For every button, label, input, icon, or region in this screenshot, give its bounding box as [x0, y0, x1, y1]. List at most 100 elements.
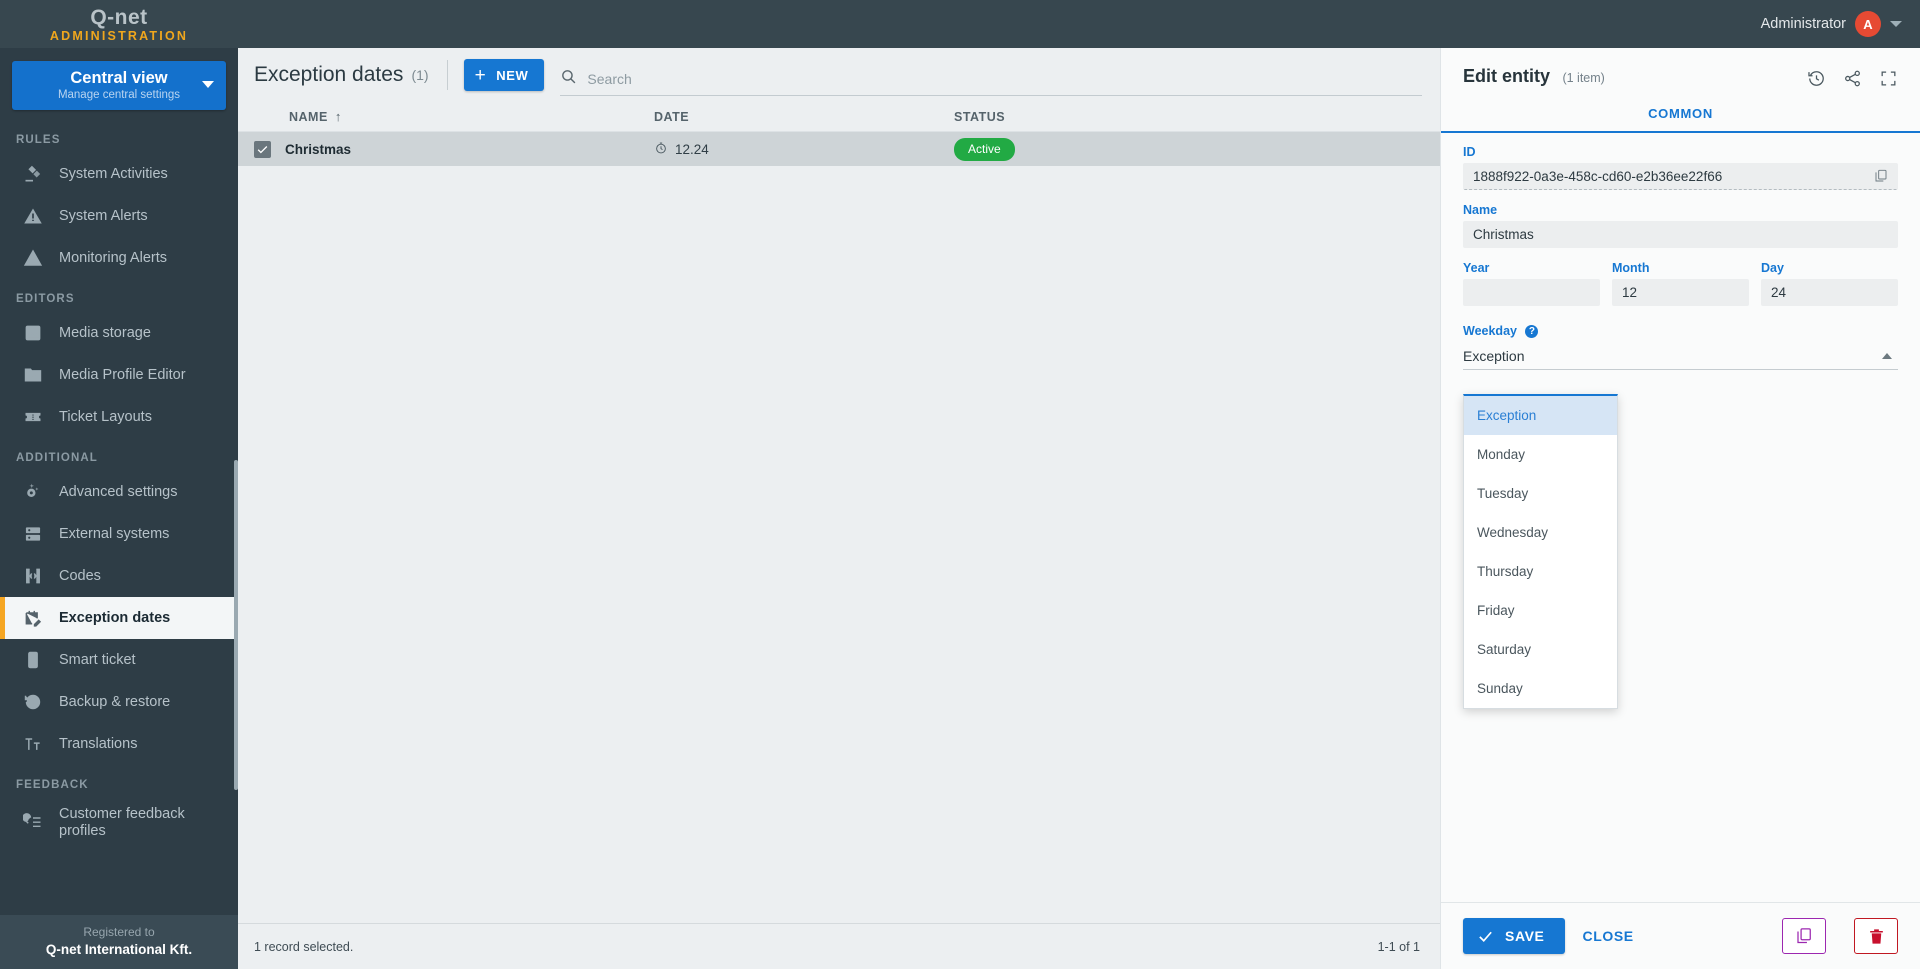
dropdown-option-tuesday[interactable]: Tuesday	[1464, 474, 1617, 513]
field-id-input[interactable]: 1888f922-0a3e-458c-cd60-e2b36ee22f66	[1463, 163, 1898, 190]
sidebar-item-external-systems[interactable]: External systems	[0, 513, 238, 555]
field-month-label: Month	[1612, 261, 1650, 275]
server-icon	[22, 523, 44, 545]
toolbar-divider	[446, 60, 448, 90]
weekday-select[interactable]: Exception	[1463, 342, 1898, 370]
row-name-cell: Christmas	[254, 140, 654, 158]
clock-icon	[654, 141, 668, 158]
row-status-cell: Active	[954, 137, 1424, 161]
sidebar-group-title-feedback: FEEDBACK	[16, 779, 89, 791]
tab-common[interactable]: COMMON	[1441, 100, 1920, 131]
row-checkbox[interactable]	[254, 140, 271, 158]
chevron-up-icon	[1882, 352, 1892, 359]
chevron-down-icon[interactable]	[1890, 21, 1902, 27]
main-content: Exception dates (1) + NEW NAME ↑	[238, 48, 1440, 969]
search-box[interactable]	[560, 62, 1422, 96]
column-header-date[interactable]: DATE	[654, 110, 954, 124]
sidebar-item-label: Codes	[59, 568, 101, 584]
panel-tabs: COMMON	[1441, 100, 1920, 133]
sidebar-item-ticket-layouts[interactable]: Ticket Layouts	[0, 396, 238, 438]
close-button[interactable]: CLOSE	[1583, 928, 1634, 944]
panel-footer: SAVE CLOSE	[1441, 902, 1920, 969]
sort-ascending-icon: ↑	[334, 109, 342, 124]
table-row[interactable]: Christmas 12.24 Active	[238, 132, 1440, 166]
sidebar-item-media-profile-editor[interactable]: Media Profile Editor	[0, 354, 238, 396]
sidebar-item-label: Advanced settings	[59, 484, 178, 500]
field-name-input[interactable]: Christmas	[1463, 221, 1898, 248]
column-header-name[interactable]: NAME ↑	[254, 109, 654, 124]
delete-button[interactable]	[1854, 918, 1898, 954]
sidebar-item-smart-ticket[interactable]: Smart ticket	[0, 639, 238, 681]
dropdown-option-sunday[interactable]: Sunday	[1464, 669, 1617, 708]
sidebar-item-label: Exception dates	[59, 610, 171, 626]
field-id: ID 1888f922-0a3e-458c-cd60-e2b36ee22f66	[1463, 145, 1898, 190]
view-switcher-subtitle: Manage central settings	[57, 89, 181, 101]
user-menu[interactable]: Administrator A	[1761, 11, 1920, 37]
share-icon[interactable]	[1843, 69, 1862, 88]
field-month-input[interactable]: 12	[1612, 279, 1749, 306]
sidebar-item-label: Customer feedback profiles	[59, 806, 185, 839]
chevron-down-icon	[202, 81, 214, 88]
save-button[interactable]: SAVE	[1463, 918, 1565, 954]
sidebar-item-label: Smart ticket	[59, 652, 136, 668]
row-date-cell: 12.24	[654, 141, 954, 158]
sidebar-item-translations[interactable]: Translations	[0, 723, 238, 765]
new-button[interactable]: + NEW	[463, 59, 545, 91]
page-record-count: (1)	[411, 67, 429, 83]
sidebar-item-monitoring-alerts[interactable]: Monitoring Alerts	[0, 237, 238, 279]
duplicate-button[interactable]	[1782, 918, 1826, 954]
dropdown-option-saturday[interactable]: Saturday	[1464, 630, 1617, 669]
view-switcher[interactable]: Central view Manage central settings	[12, 61, 226, 110]
sidebar-item-codes[interactable]: Codes	[0, 555, 238, 597]
panel-title: Edit entity	[1463, 66, 1551, 86]
field-day-label: Day	[1761, 261, 1784, 275]
row-date-label: 12.24	[675, 141, 709, 157]
dropdown-option-thursday[interactable]: Thursday	[1464, 552, 1617, 591]
registered-to-label: Registered to	[83, 925, 155, 939]
check-icon	[257, 145, 268, 153]
sidebar-item-exception-dates[interactable]: Exception dates	[0, 597, 238, 639]
field-weekday-label-text: Weekday	[1463, 324, 1517, 338]
panel-title-subtitle: (1 item)	[1562, 71, 1605, 85]
sidebar-item-label: Ticket Layouts	[59, 409, 152, 425]
history-icon[interactable]	[1807, 69, 1826, 88]
save-button-label: SAVE	[1505, 928, 1545, 944]
dropdown-option-exception[interactable]: Exception	[1464, 396, 1617, 435]
new-button-label: NEW	[496, 67, 529, 83]
dropdown-option-wednesday[interactable]: Wednesday	[1464, 513, 1617, 552]
sidebar-group-title-rules: RULES	[16, 134, 61, 146]
help-icon[interactable]: ?	[1525, 325, 1539, 338]
panel-body: ID 1888f922-0a3e-458c-cd60-e2b36ee22f66 …	[1441, 133, 1920, 902]
sidebar-item-system-alerts[interactable]: System Alerts	[0, 195, 238, 237]
sidebar-group-title-editors: EDITORS	[16, 293, 75, 305]
sidebar-item-customer-feedback-profiles[interactable]: Customer feedback profiles	[0, 798, 238, 848]
sidebar-item-label: External systems	[59, 526, 170, 542]
application-root: Q-net ADMINISTRATION Administrator A Cen…	[0, 0, 1920, 969]
registered-company-name: Q-net International Kft.	[45, 942, 193, 957]
sidebar-item-media-storage[interactable]: Media storage	[0, 312, 238, 354]
selection-summary: 1 record selected.	[254, 939, 354, 954]
field-day: Day 24	[1761, 261, 1898, 306]
copy-icon[interactable]	[1873, 168, 1889, 187]
brand-subtitle: ADMINISTRATION	[49, 29, 189, 44]
field-year-input[interactable]	[1463, 279, 1600, 306]
dropdown-option-friday[interactable]: Friday	[1464, 591, 1617, 630]
search-input[interactable]	[587, 70, 1422, 87]
column-header-status[interactable]: STATUS	[954, 110, 1424, 124]
table-body: Christmas 12.24 Active	[238, 132, 1440, 923]
sidebar-item-label: Media storage	[59, 325, 151, 341]
body-row: Central view Manage central settings RUL…	[0, 48, 1920, 969]
pagination-info: 1-1 of 1	[1377, 939, 1420, 954]
sidebar-item-system-activities[interactable]: System Activities	[0, 153, 238, 195]
image-folder-icon	[22, 364, 44, 386]
sidebar-item-backup-restore[interactable]: Backup & restore	[0, 681, 238, 723]
brand-logo: Q-net ADMINISTRATION	[0, 5, 238, 43]
field-day-input[interactable]: 24	[1761, 279, 1898, 306]
fullscreen-icon[interactable]	[1879, 69, 1898, 88]
sidebar-item-advanced-settings[interactable]: Advanced settings	[0, 471, 238, 513]
dropdown-option-monday[interactable]: Monday	[1464, 435, 1617, 474]
image-icon	[22, 322, 44, 344]
user-name-label: Administrator	[1760, 16, 1846, 32]
sidebar-scrollbar[interactable]	[234, 460, 238, 790]
feedback-icon	[22, 812, 44, 834]
